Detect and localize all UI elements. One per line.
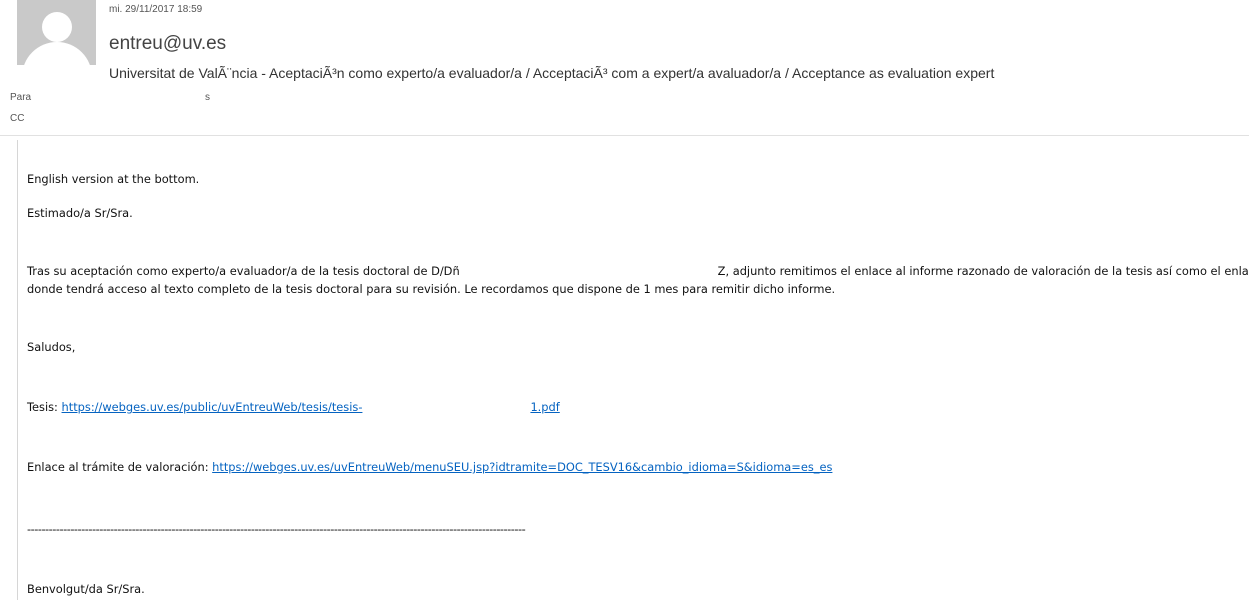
to-recipient[interactable]: s [205,92,210,103]
enlace-line: Enlace al trámite de valoración: https:/… [27,458,832,476]
message-header: mi. 29/11/2017 18:59 entreu@uv.es Univer… [0,0,1249,135]
sender-address[interactable]: entreu@uv.es [109,31,226,57]
avatar-body-shape [22,42,92,65]
paragraph-1-line-1: Tras su aceptación como experto/a evalua… [27,262,1249,280]
paragraph-1-text-a: Tras su aceptación como experto/a evalua… [27,264,460,278]
english-note: English version at the bottom. [27,172,200,186]
tesis-link-text-a[interactable]: https://webges.uv.es/public/uvEntreuWeb/… [62,400,363,414]
greeting-valenciano: Benvolgut/da Sr/Sra. [27,582,145,596]
enlace-link[interactable]: https://webges.uv.es/uvEntreuWeb/menuSEU… [212,460,832,474]
tesis-line: Tesis: https://webges.uv.es/public/uvEnt… [27,398,560,416]
paragraph-1-line-2: donde tendrá acceso al texto completo de… [27,282,836,296]
avatar-head-shape [42,12,72,42]
tesis-link[interactable]: https://webges.uv.es/public/uvEntreuWeb/… [62,400,560,414]
body-left-rule [17,140,18,600]
tesis-link-text-b[interactable]: 1.pdf [530,400,559,414]
cc-label: CC [10,113,25,124]
separator-line: ----------------------------------------… [27,522,526,536]
paragraph-1-text-b: Z, adjunto remitimos el enlace al inform… [717,264,1249,278]
message-subject: Universitat de ValÃ¨ncia - AceptaciÃ³n c… [109,65,995,81]
closing: Saludos, [27,340,76,354]
to-label: Para [10,92,32,103]
tesis-label: Tesis: [27,400,62,414]
message-date: mi. 29/11/2017 18:59 [109,4,203,15]
greeting: Estimado/a Sr/Sra. [27,206,133,220]
enlace-label: Enlace al trámite de valoración: [27,460,213,474]
sender-avatar[interactable] [17,0,96,65]
header-divider [0,135,1249,136]
